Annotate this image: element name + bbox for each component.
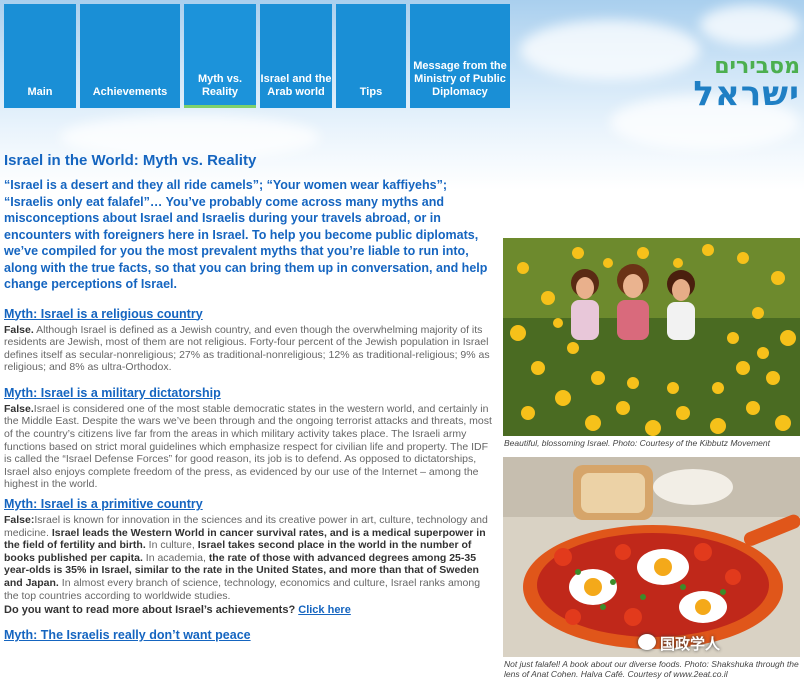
verdict-label: False.: [4, 402, 34, 415]
shakshuka-photo: [503, 457, 800, 657]
main-nav: Main Achievements Myth vs. Reality Israe…: [4, 4, 510, 108]
myth-military-link[interactable]: Myth: Israel is a military dictatorship: [4, 386, 496, 400]
sky-cloud: [520, 20, 700, 80]
nav-myth-vs-reality[interactable]: Myth vs. Reality: [184, 4, 256, 108]
nav-israel-arab-world[interactable]: Israel and the Arab world: [260, 4, 332, 108]
main-content: Israel in the World: Myth vs. Reality “I…: [4, 152, 496, 645]
myth-religious-link[interactable]: Myth: Israel is a religious country: [4, 307, 496, 321]
sky-cloud: [700, 5, 800, 45]
logo-text-bottom: ישראל: [693, 74, 800, 114]
myth-military-text: False.Israel is considered one of the mo…: [4, 402, 492, 491]
intro-paragraph: “Israel is a desert and they all ride ca…: [4, 178, 488, 291]
flowers-photo-image: [503, 238, 800, 436]
page-title: Israel in the World: Myth vs. Reality: [4, 152, 257, 169]
myth-primitive-link[interactable]: Myth: Israel is a primitive country: [4, 497, 496, 511]
click-here-link[interactable]: Click here: [298, 604, 351, 616]
wechat-icon: [638, 634, 656, 650]
myth-peace-link[interactable]: Myth: The Israelis really don’t want pea…: [4, 628, 496, 642]
read-more-prompt: Do you want to read more about Israel’s …: [4, 604, 351, 617]
myth-religious-text: False. Although Israel is defined as a J…: [4, 323, 490, 374]
verdict-label: False.: [4, 323, 34, 336]
shakshuka-photo-image: [503, 457, 800, 657]
flowers-photo: [503, 238, 800, 436]
site-logo[interactable]: מסבירים ישראל: [690, 50, 800, 114]
flowers-photo-caption: Beautiful, blossoming Israel. Photo: Cou…: [504, 438, 770, 448]
nav-main[interactable]: Main: [4, 4, 76, 108]
myth-primitive-text: False:Israel is known for innovation in …: [4, 514, 488, 602]
verdict-label: False:: [4, 514, 35, 527]
nav-tips[interactable]: Tips: [336, 4, 406, 108]
nav-achievements[interactable]: Achievements: [80, 4, 180, 108]
watermark-text: 国政学人: [660, 636, 721, 653]
nav-ministry-message[interactable]: Message from the Ministry of Public Dipl…: [410, 4, 510, 108]
shakshuka-photo-caption: Not just falafel! A book about our diver…: [504, 659, 799, 679]
